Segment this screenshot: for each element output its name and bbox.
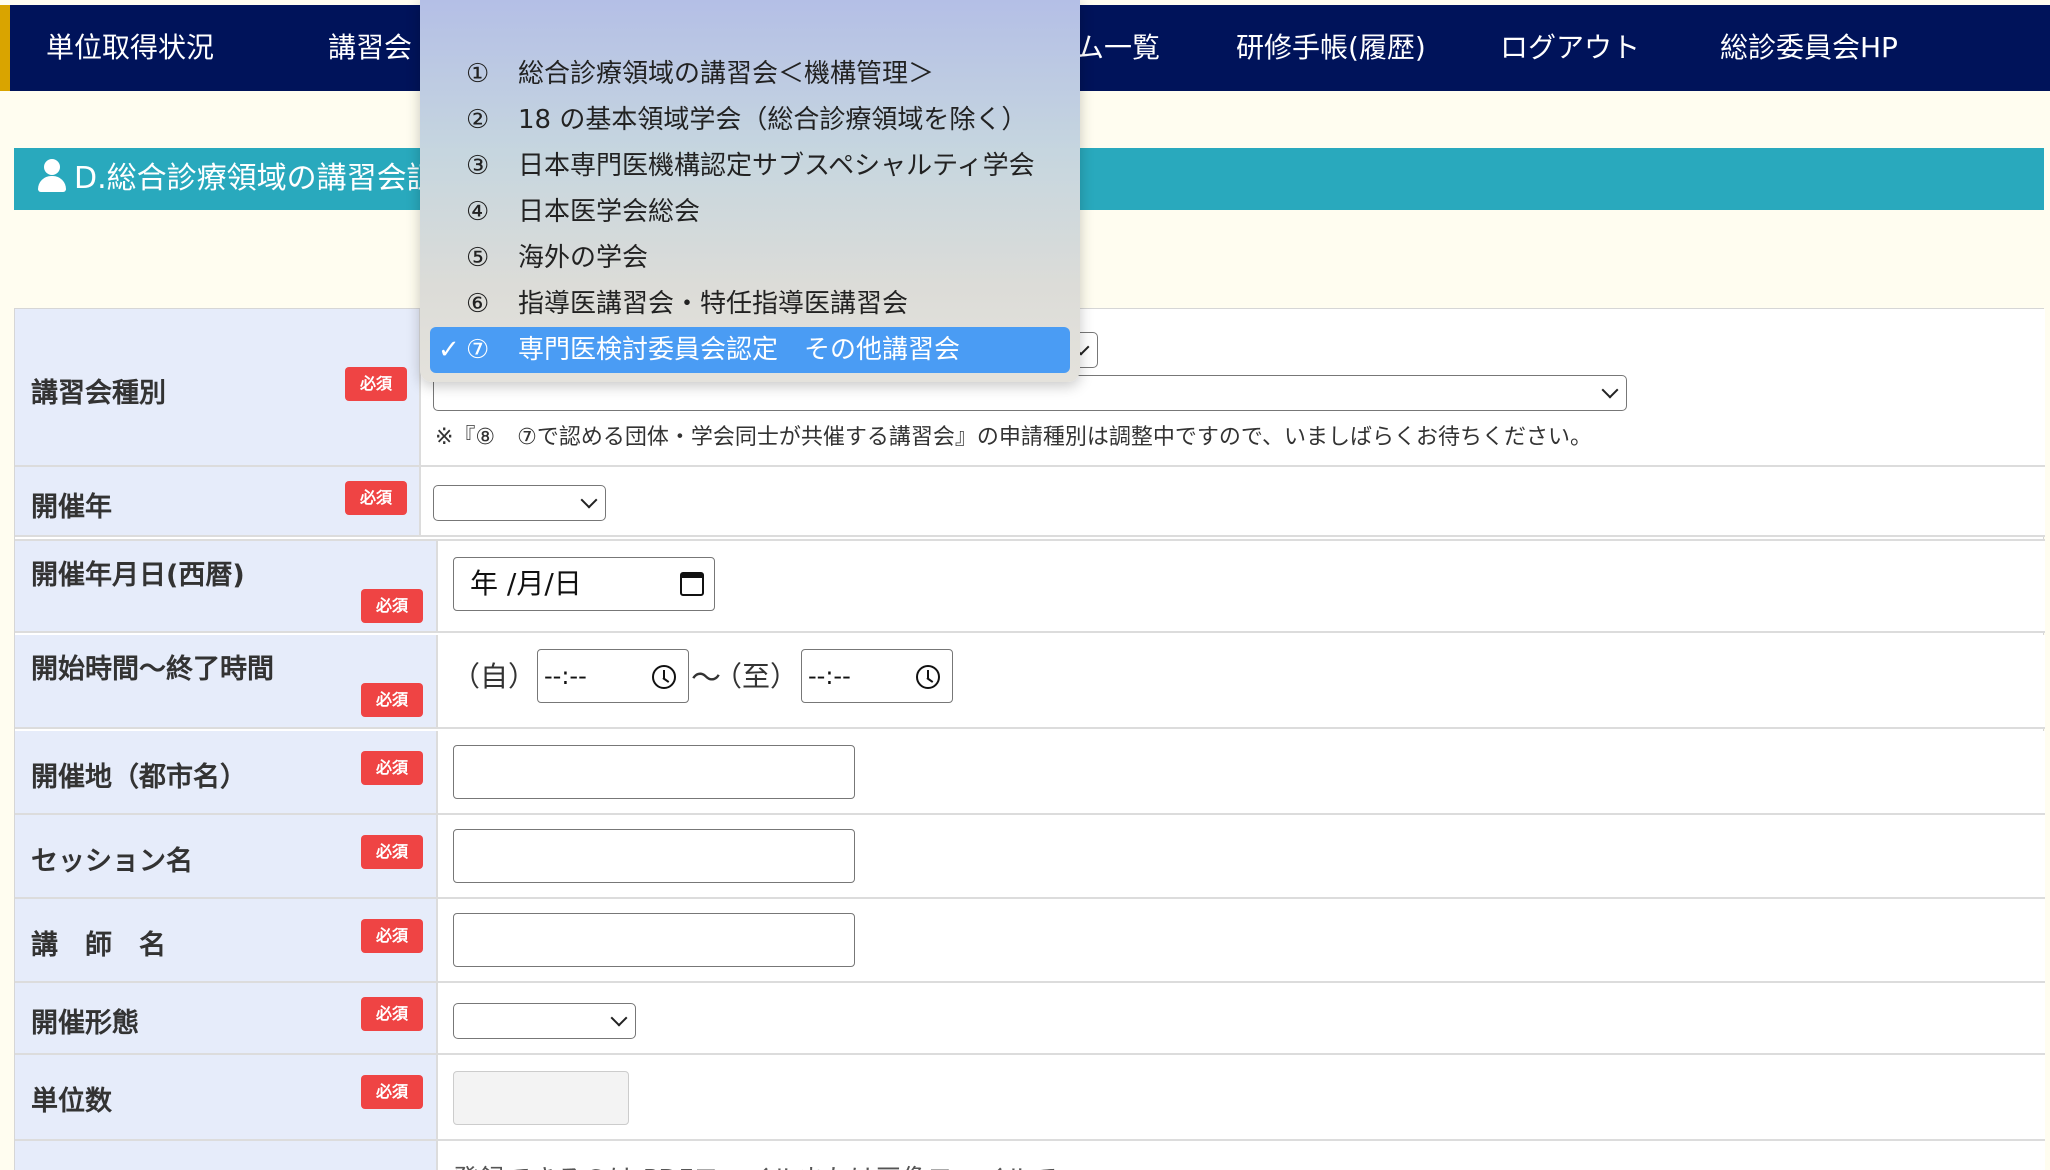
required-badge: 必須 — [345, 367, 407, 401]
label-credits: 単位数 — [31, 1086, 112, 1117]
dropdown-option[interactable]: ④ 日本医学会総会 — [430, 189, 1070, 235]
session-input[interactable] — [453, 829, 855, 883]
chevron-down-icon — [610, 1009, 628, 1027]
row-year: 開催年 必須 — [15, 467, 2045, 537]
clock-icon[interactable] — [916, 665, 940, 689]
row-credits: 単位数 必須 — [15, 1055, 2045, 1141]
label-session: セッション名 — [31, 846, 193, 877]
required-badge: 必須 — [345, 481, 407, 515]
calendar-icon[interactable] — [680, 572, 704, 596]
time-from-label: （自） — [452, 660, 537, 693]
section-title: D.総合診療領域の講習会証 — [74, 161, 437, 196]
time-to-label: （至） — [714, 660, 799, 693]
required-badge: 必須 — [361, 835, 423, 869]
required-badge: 必須 — [361, 919, 423, 953]
required-badge: 必須 — [361, 589, 423, 623]
chevron-down-icon — [580, 491, 598, 509]
row-date: 開催年月日(西暦) 必須 年 /月/日 — [15, 539, 2045, 633]
dropdown-option[interactable]: ⑤ 海外の学会 — [430, 235, 1070, 281]
dropdown-option[interactable]: ③ 日本専門医機構認定サブスペシャルティ学会 — [430, 143, 1070, 189]
lecturer-input[interactable] — [453, 913, 855, 967]
row-session: セッション名 必須 — [15, 815, 2045, 899]
seminar-kind-dropdown: ① 総合診療領域の講習会＜機構管理＞ ② 18 の基本領域学会（総合診療領域を除く）… — [420, 0, 1080, 382]
label-lecturer: 講 師 名 — [31, 930, 166, 961]
row-time: 開始時間～終了時間 必須 （自） --:-- 〜 （至） --:-- — [15, 635, 2045, 729]
row-city: 開催地（都市名） 必須 — [15, 731, 2045, 815]
clock-icon[interactable] — [652, 665, 676, 689]
seminar-form: 講習会種別 必須 ※『⑧ ⑦で認める団体・学会同士が共催する講習会』の申請種別は… — [14, 308, 2045, 1170]
nav-program-list[interactable]: ム一覧 — [1076, 5, 1160, 91]
end-time-input[interactable]: --:-- — [801, 649, 953, 703]
user-icon — [38, 159, 66, 193]
row-format: 開催形態 必須 — [15, 983, 2045, 1055]
label-city: 開催地（都市名） — [31, 762, 247, 793]
dropdown-option[interactable]: ⑥ 指導医講習会・特任指導医講習会 — [430, 281, 1070, 327]
row-lecturer: 講 師 名 必須 — [15, 899, 2045, 983]
format-select[interactable] — [453, 1003, 636, 1039]
city-input[interactable] — [453, 745, 855, 799]
nav-committee-hp[interactable]: 総診委員会HP — [1720, 5, 1898, 91]
required-badge: 必須 — [361, 751, 423, 785]
credits-input — [453, 1071, 629, 1125]
label-year: 開催年 — [31, 492, 112, 523]
chevron-down-icon — [1601, 381, 1619, 399]
label-format: 開催形態 — [31, 1008, 139, 1039]
nav-seminars[interactable]: 講習会 — [328, 5, 412, 91]
row-upload: 登録できるのは PDFファイルまたは画像ファイルで — [15, 1141, 2045, 1170]
nav-logout[interactable]: ログアウト — [1500, 5, 1640, 91]
required-badge: 必須 — [361, 683, 423, 717]
nav-credits-status[interactable]: 単位取得状況 — [46, 5, 214, 91]
seminar-kind-note: ※『⑧ ⑦で認める団体・学会同士が共催する講習会』の申請種別は調整中ですので、い… — [435, 425, 1593, 450]
required-badge: 必須 — [361, 997, 423, 1031]
start-time-input[interactable]: --:-- — [537, 649, 689, 703]
upload-note: 登録できるのは PDFファイルまたは画像ファイルで — [453, 1159, 1057, 1170]
checkmark-icon: ✓ — [438, 335, 460, 365]
label-time: 開始時間～終了時間 — [31, 654, 274, 685]
label-date: 開催年月日(西暦) — [31, 560, 245, 591]
nav-training-log[interactable]: 研修手帳(履歴) — [1236, 5, 1426, 91]
dropdown-option[interactable]: ① 総合診療領域の講習会＜機構管理＞ — [430, 51, 1070, 97]
date-input[interactable]: 年 /月/日 — [453, 557, 715, 611]
required-badge: 必須 — [361, 1075, 423, 1109]
year-select[interactable] — [433, 485, 606, 521]
dropdown-option-selected[interactable]: ✓ ⑦ 専門医検討委員会認定 その他講習会 — [430, 327, 1070, 373]
label-seminar-kind: 講習会種別 — [31, 378, 166, 409]
dropdown-option[interactable]: ② 18 の基本領域学会（総合診療領域を除く） — [430, 97, 1070, 143]
